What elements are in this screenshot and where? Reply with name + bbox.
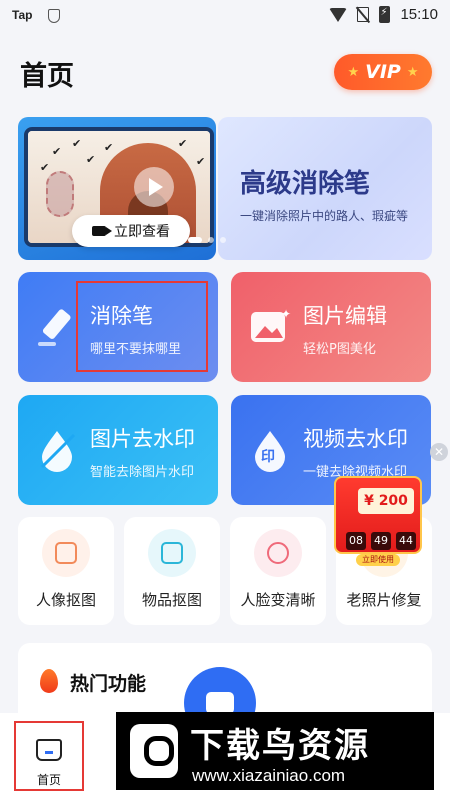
countdown-seconds: 44 [396, 532, 416, 550]
tool-object-cutout[interactable]: 物品抠图 [124, 517, 220, 625]
vip-button[interactable]: ★ VIP ★ [334, 54, 432, 90]
watch-now-button[interactable]: 立即查看 [72, 215, 190, 247]
play-icon[interactable] [134, 167, 174, 207]
battery-icon [379, 6, 391, 23]
coupon-box: ¥ 200 08 49 44 [334, 476, 422, 554]
portrait-icon [42, 529, 90, 577]
feature-card-image-edit[interactable]: ✦ 图片编辑 轻松P图美化 [231, 272, 431, 382]
watermark-logo [130, 724, 178, 778]
feature-title: 视频去水印 [303, 427, 408, 451]
tool-label: 人脸变清晰 [240, 591, 316, 609]
tool-label: 老照片修复 [346, 591, 422, 609]
star-icon: ★ [406, 64, 419, 80]
flame-icon [40, 669, 58, 693]
hot-section-title: 热门功能 [70, 673, 147, 695]
feature-title: 图片去水印 [90, 427, 195, 451]
video-camera-icon [92, 226, 112, 236]
countdown-timer: 08 49 44 [346, 532, 416, 550]
feature-title: 图片编辑 [303, 304, 387, 328]
coupon-amount: ¥ 200 [358, 488, 414, 514]
page-title: 首页 [20, 61, 74, 92]
nav-home-label: 首页 [36, 773, 61, 787]
eraser-lens-graphic [46, 171, 74, 217]
vip-label: VIP [365, 61, 401, 83]
watermark-url: www.xiazainiao.com [192, 766, 346, 785]
shield-icon [48, 9, 60, 23]
svg-text:✦: ✦ [281, 307, 291, 321]
promo-subtitle: 一键消除照片中的路人、瑕疵等 [240, 209, 409, 223]
watermark-banner: 下载鸟资源 www.xiazainiao.com [116, 712, 434, 790]
feature-desc: 智能去除图片水印 [90, 465, 195, 480]
tool-face-enhance[interactable]: 人脸变清晰 [230, 517, 326, 625]
star-icon: ★ [347, 64, 360, 80]
no-sim-icon [357, 7, 370, 22]
promo-title: 高级消除笔 [240, 169, 371, 199]
use-now-tag[interactable]: 立即使用 [356, 554, 400, 566]
countdown-minutes: 49 [371, 532, 391, 550]
image-edit-icon: ✦ [251, 307, 291, 342]
feature-card-image-watermark[interactable]: 图片去水印 智能去除图片水印 [18, 395, 218, 505]
video-watermark-icon: 印 [255, 431, 285, 472]
cube-icon [148, 529, 196, 577]
coupon-popup[interactable]: ¥ 200 08 49 44 立即使用 [330, 474, 426, 566]
svg-text:印: 印 [261, 448, 275, 465]
water-drop-icon [40, 431, 76, 472]
tool-portrait-cutout[interactable]: 人像抠图 [18, 517, 114, 625]
status-time: 15:10 [400, 6, 438, 23]
eraser-pen-icon [38, 309, 71, 346]
close-icon[interactable]: ✕ [430, 443, 448, 461]
carrier-label: Tap [12, 8, 33, 22]
nav-home[interactable]: 首页 [14, 721, 84, 791]
tool-label: 物品抠图 [141, 591, 202, 609]
home-icon [36, 739, 62, 761]
face-icon [254, 529, 302, 577]
selection-highlight [76, 281, 208, 372]
feature-desc: 轻松P图美化 [303, 342, 376, 357]
carousel-indicator [176, 237, 226, 243]
watermark-brand: 下载鸟资源 [190, 726, 370, 766]
watch-now-label: 立即查看 [114, 224, 170, 240]
wifi-icon [329, 7, 348, 22]
status-bar: Tap 15:10 [0, 0, 450, 32]
banner-slide-promo[interactable]: 高级消除笔 一键消除照片中的路人、瑕疵等 [218, 117, 432, 260]
tool-label: 人像抠图 [35, 591, 96, 609]
countdown-hours: 08 [346, 532, 366, 550]
